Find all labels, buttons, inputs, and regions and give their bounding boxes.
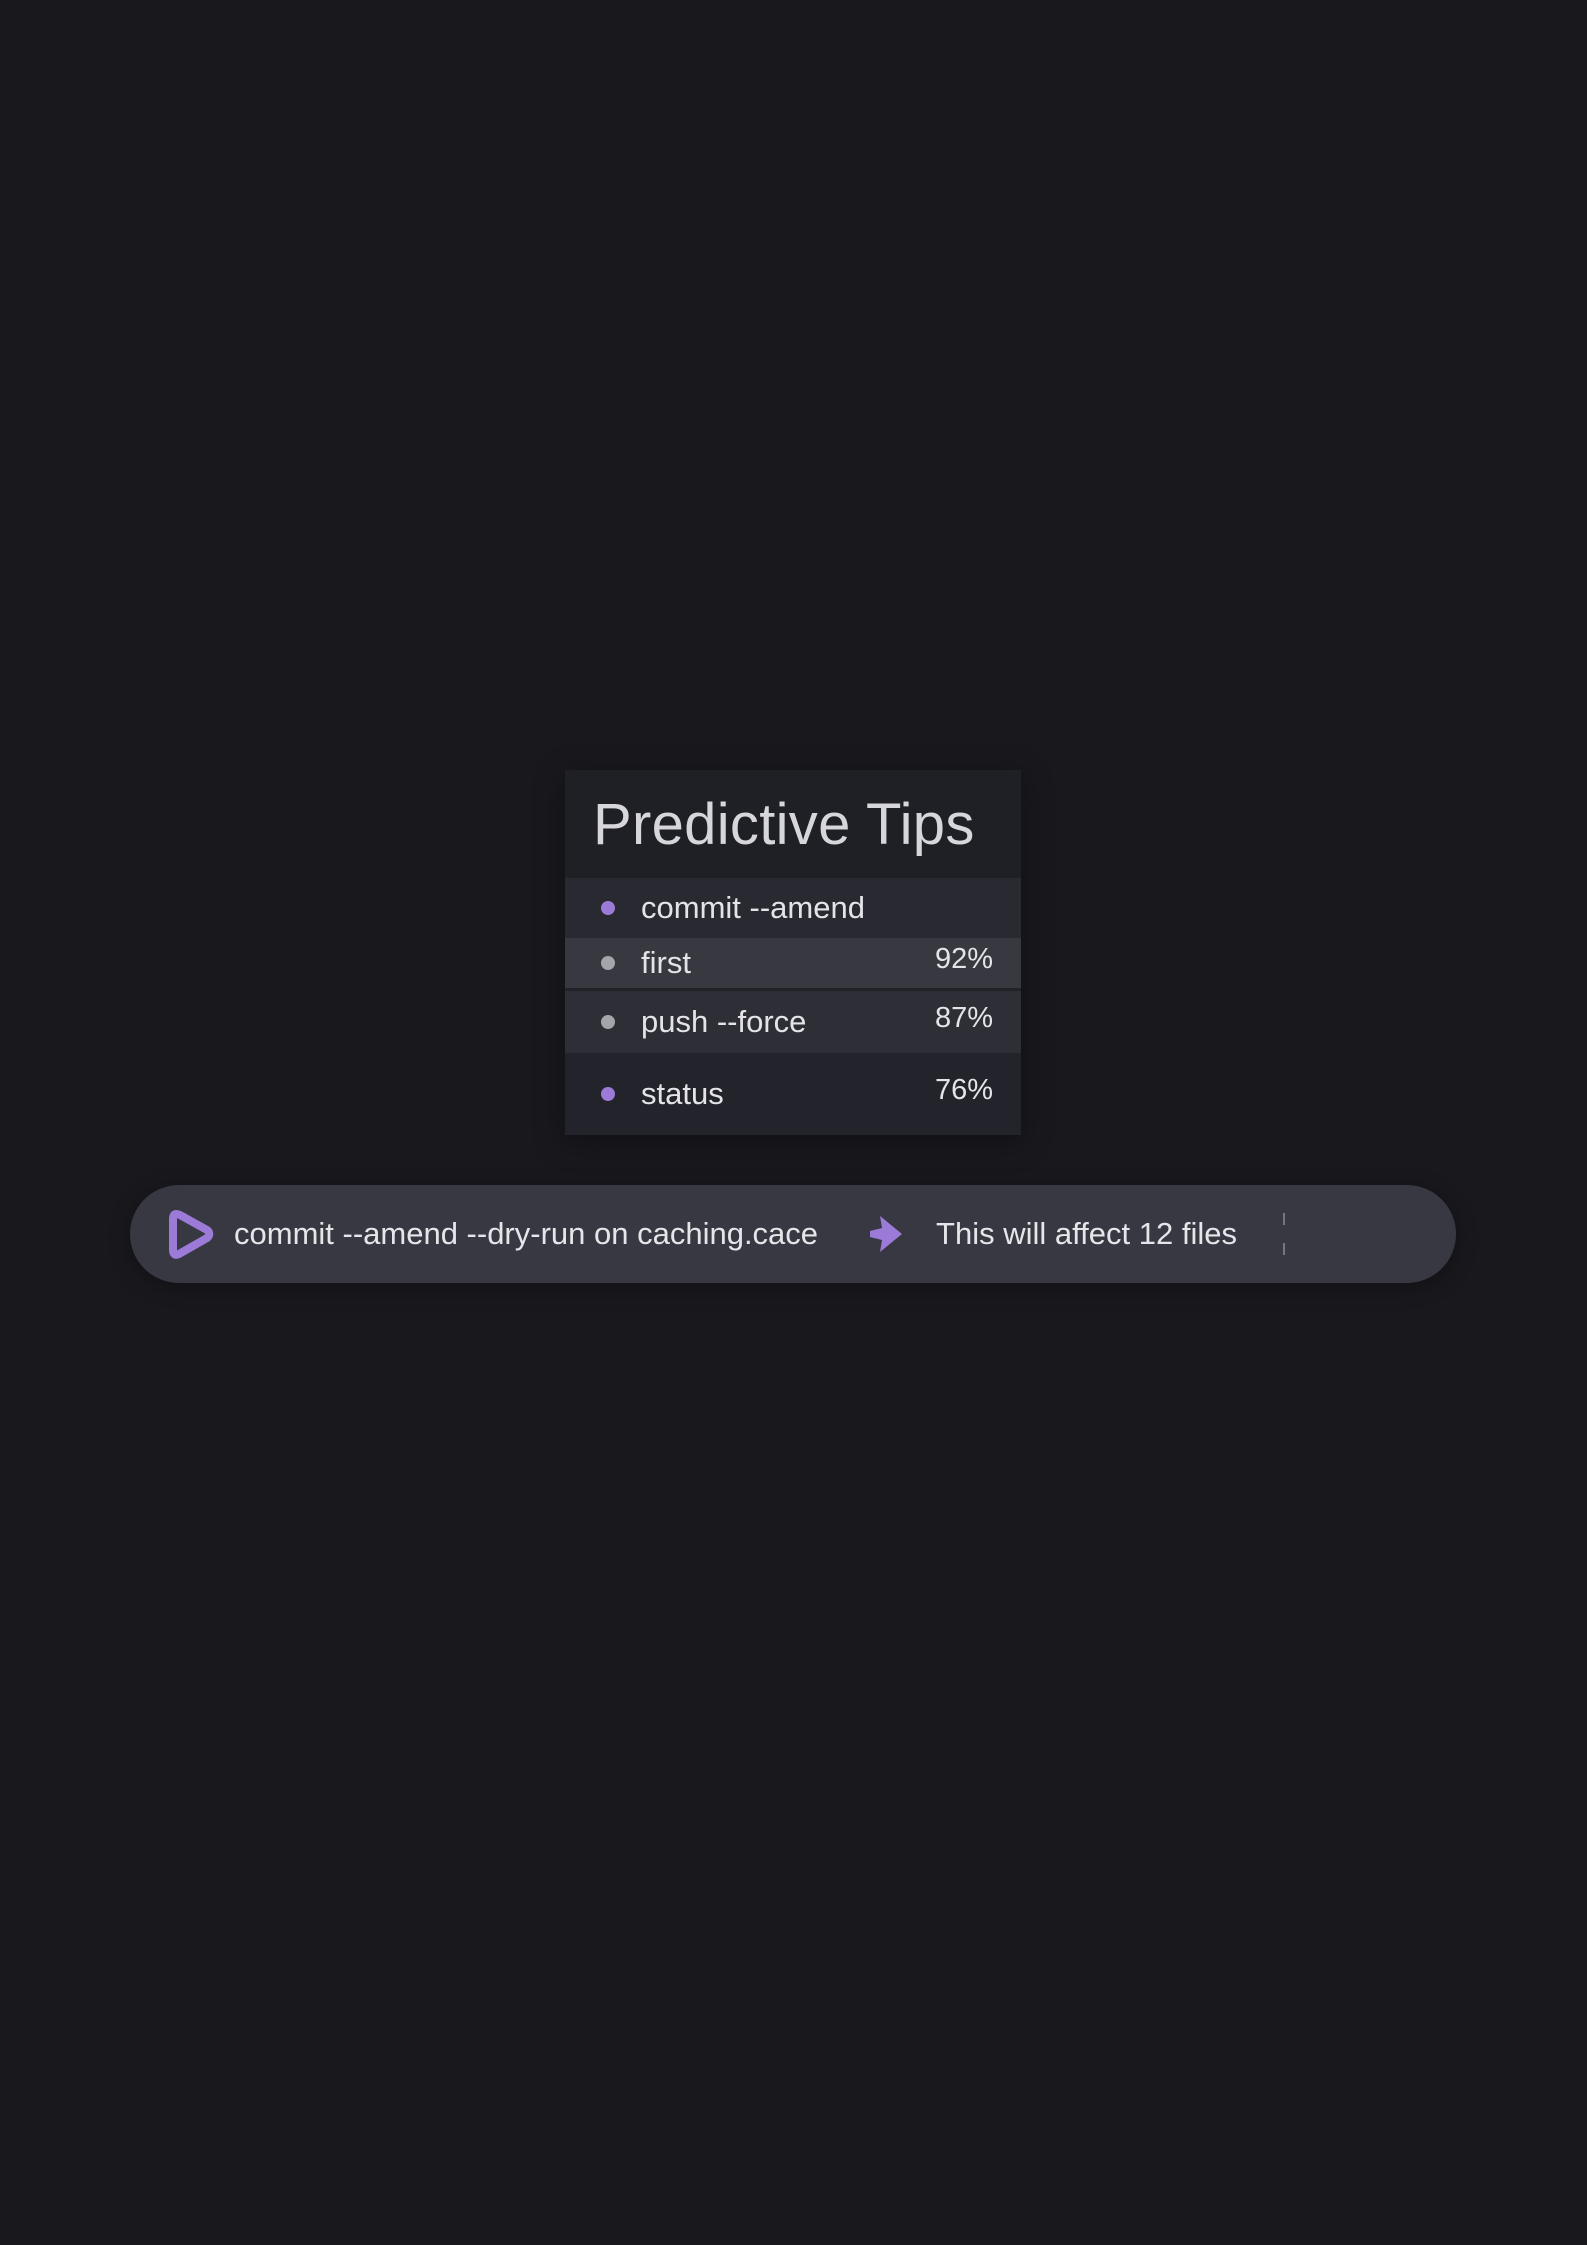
bullet-dot-icon xyxy=(601,1015,615,1029)
suggestion-item-push-force[interactable]: push --force 87% xyxy=(565,991,1021,1053)
bullet-dot-icon xyxy=(601,901,615,915)
suggestion-label: push --force xyxy=(641,1004,807,1039)
bullet-dot-icon xyxy=(601,956,615,970)
affected-files-info: This will affect 12 files xyxy=(936,1216,1237,1251)
suggestion-item-commit-amend[interactable]: commit --amend xyxy=(565,878,1021,938)
panel-title: Predictive Tips xyxy=(565,770,1021,878)
command-bar[interactable]: commit --amend --dry-run on caching.cace… xyxy=(130,1185,1456,1283)
suggestion-label: commit --amend xyxy=(641,890,865,925)
suggestion-item-first[interactable]: first 92% xyxy=(565,938,1021,988)
suggestion-item-status[interactable]: status 76% xyxy=(565,1053,1021,1135)
suggestion-confidence: 87% xyxy=(934,1001,993,1034)
arrow-right-icon xyxy=(870,1216,903,1252)
command-text: commit --amend --dry-run on caching.cace xyxy=(234,1216,819,1251)
text-caret xyxy=(1283,1213,1285,1255)
suggestion-label: status xyxy=(641,1076,724,1111)
predictive-tips-panel: Predictive Tips commit --amend first 92%… xyxy=(565,770,1021,1135)
suggestion-confidence: 76% xyxy=(934,1073,993,1106)
play-logo-icon xyxy=(169,1210,214,1259)
bullet-dot-icon xyxy=(601,1087,615,1101)
suggestion-label: first xyxy=(641,945,691,980)
suggestion-confidence: 92% xyxy=(934,942,993,975)
